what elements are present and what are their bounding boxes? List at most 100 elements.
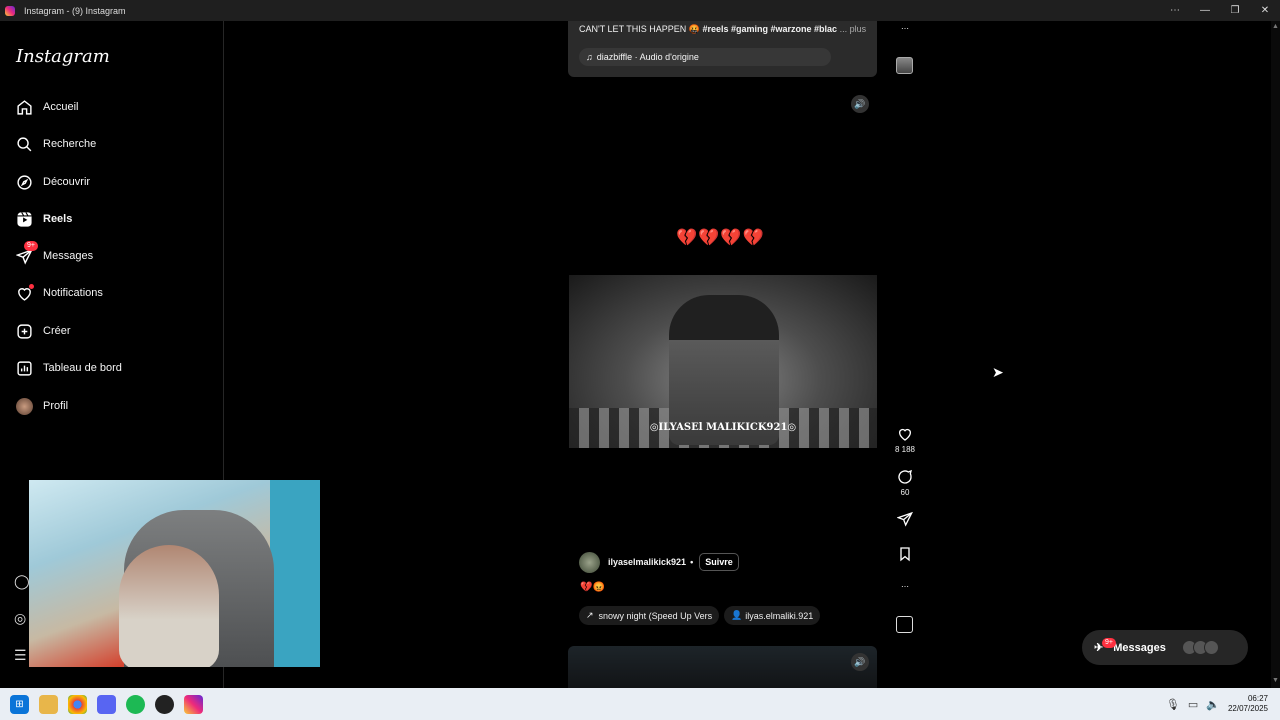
messenger-icon: 9+ bbox=[14, 241, 38, 266]
windows-start-icon[interactable]: ⊞ bbox=[10, 694, 29, 714]
share-button[interactable] bbox=[888, 511, 922, 530]
threads-icon[interactable]: ◯ bbox=[14, 573, 30, 590]
reel-caption[interactable]: 💔😡 bbox=[580, 582, 605, 593]
compass-icon bbox=[14, 172, 34, 192]
sidebar-item-reels[interactable]: Reels bbox=[14, 204, 214, 234]
sidebar-item-recherche[interactable]: Recherche bbox=[14, 129, 214, 159]
tag-chip-label: ilyas.elmaliki.921 bbox=[745, 610, 814, 621]
meta-icon[interactable]: ◎ bbox=[14, 610, 26, 627]
restore-button[interactable]: ❐ bbox=[1220, 0, 1250, 21]
reel-video[interactable]: ◎ILYASEl MALIKICK921◎ bbox=[569, 275, 877, 448]
sidebar-item-notifications[interactable]: Notifications bbox=[14, 278, 214, 308]
separator-dot: • bbox=[690, 557, 694, 567]
sidebar-item-label: Tableau de bord bbox=[43, 362, 122, 374]
file-explorer-icon[interactable] bbox=[39, 694, 58, 714]
audio-label: diazbiffle · Audio d'origine bbox=[596, 52, 699, 62]
previous-more-button[interactable]: ⋯ bbox=[888, 24, 922, 33]
previous-reel-caption[interactable]: CAN'T LET THIS HAPPEN 🤬 #reels #gaming #… bbox=[579, 24, 866, 35]
volume-icon[interactable]: 🔈 bbox=[1206, 698, 1220, 711]
heart-icon bbox=[14, 283, 34, 303]
like-button[interactable]: 8 188 bbox=[888, 426, 922, 454]
system-tray: 🎙 ▭ 🔈 06:27 22/07/2025 bbox=[1166, 688, 1280, 720]
comment-icon bbox=[888, 469, 922, 485]
mouse-cursor-icon: ➤ bbox=[992, 364, 1004, 380]
previous-reel-audio[interactable]: ♫ diazbiffle · Audio d'origine bbox=[579, 48, 831, 66]
like-count: 8 188 bbox=[894, 445, 916, 454]
window-controls: ⋯ — ❐ ✕ bbox=[1160, 0, 1280, 21]
follow-button[interactable]: Suivre bbox=[699, 553, 739, 571]
webcam-person bbox=[119, 545, 219, 667]
caption-more-link[interactable]: ... plus bbox=[840, 24, 867, 34]
discord-icon[interactable] bbox=[97, 694, 116, 714]
sidebar-item-label: Profil bbox=[43, 400, 69, 412]
music-note-icon: ♫ bbox=[586, 52, 593, 62]
more-menu-icon[interactable]: ☰ bbox=[14, 647, 27, 664]
save-button[interactable] bbox=[888, 546, 922, 565]
audio-chip[interactable]: ↗ snowy night (Speed Up Vers bbox=[579, 606, 719, 625]
messages-pill-badge: 9+ bbox=[1102, 638, 1116, 648]
scroll-down-icon[interactable]: ▼ bbox=[1272, 677, 1279, 684]
send-icon bbox=[888, 511, 922, 527]
messages-pill-label: Messages bbox=[1113, 641, 1166, 654]
video-watermark: ◎ILYASEl MALIKICK921◎ bbox=[649, 422, 797, 433]
reel-author: ilyaselmalikick921 • Suivre bbox=[579, 551, 739, 573]
sidebar-item-decouvrir[interactable]: Découvrir bbox=[14, 167, 214, 197]
scrollbar[interactable]: ▲ ▼ bbox=[1271, 21, 1280, 688]
minimize-button[interactable]: — bbox=[1190, 0, 1220, 21]
arrow-icon: ↗ bbox=[586, 610, 594, 620]
sound-toggle-button[interactable]: 🔊 bbox=[851, 95, 869, 113]
next-reel[interactable] bbox=[568, 646, 877, 688]
previous-audio-thumbnail[interactable] bbox=[896, 57, 913, 74]
home-icon bbox=[14, 97, 34, 117]
avatar-icon bbox=[14, 396, 34, 416]
speaker-icon: 🔊 bbox=[854, 656, 866, 667]
window-titlebar: Instagram - (9) Instagram ⋯ — ❐ ✕ bbox=[0, 0, 1280, 21]
reel-more-button[interactable]: ⋯ bbox=[888, 582, 922, 591]
comment-button[interactable]: 60 bbox=[888, 469, 922, 497]
next-sound-toggle-button[interactable]: 🔊 bbox=[851, 653, 869, 671]
caption-hashtags[interactable]: #reels #gaming #warzone #blac bbox=[702, 24, 837, 34]
heart-icon bbox=[888, 426, 922, 442]
sidebar-item-label: Messages bbox=[43, 250, 94, 262]
scroll-up-icon[interactable]: ▲ bbox=[1272, 23, 1279, 30]
sidebar-item-messages[interactable]: 9+ Messages bbox=[14, 241, 214, 271]
taskbar: ⊞ 🎙 ▭ 🔈 06:27 22/07/2025 bbox=[0, 688, 1280, 720]
clock-date: 22/07/2025 bbox=[1227, 704, 1268, 713]
comment-count: 60 bbox=[900, 488, 910, 497]
webcam-background bbox=[270, 480, 320, 667]
tag-chip[interactable]: 👤 ilyas.elmaliki.921 bbox=[724, 606, 821, 625]
spotify-icon[interactable] bbox=[126, 694, 145, 714]
instagram-taskbar-icon[interactable] bbox=[184, 694, 203, 714]
sidebar-item-label: Découvrir bbox=[43, 176, 91, 188]
sidebar-item-label: Reels bbox=[43, 213, 73, 225]
audio-thumbnail[interactable] bbox=[896, 616, 913, 633]
notification-dot bbox=[29, 284, 34, 289]
search-icon bbox=[14, 134, 34, 154]
microphone-icon[interactable]: 🎙 bbox=[1166, 698, 1180, 711]
author-username[interactable]: ilyaselmalikick921 bbox=[608, 557, 686, 567]
sidebar-item-profil[interactable]: Profil bbox=[14, 391, 214, 421]
clock[interactable]: 06:27 22/07/2025 bbox=[1228, 694, 1268, 714]
sidebar-item-creer[interactable]: Créer bbox=[14, 316, 214, 346]
obs-icon[interactable] bbox=[155, 694, 174, 714]
window-menu-button[interactable]: ⋯ bbox=[1160, 0, 1190, 21]
messages-badge: 9+ bbox=[24, 241, 38, 251]
audio-chip-label: snowy night (Speed Up Vers bbox=[598, 610, 713, 621]
more-dots-icon: ⋯ bbox=[901, 582, 909, 591]
close-button[interactable]: ✕ bbox=[1250, 0, 1280, 21]
sidebar-item-accueil[interactable]: Accueil bbox=[14, 92, 214, 122]
bookmark-icon bbox=[888, 546, 922, 562]
network-icon[interactable]: ▭ bbox=[1188, 698, 1198, 711]
sidebar-item-tableau-de-bord[interactable]: Tableau de bord bbox=[14, 353, 214, 383]
clock-time: 06:27 bbox=[1247, 694, 1268, 703]
reels-icon bbox=[14, 209, 34, 229]
sidebar-item-label: Créer bbox=[43, 325, 71, 337]
chart-icon bbox=[14, 358, 34, 378]
messages-pill[interactable]: ✈ 9+ Messages bbox=[1082, 630, 1248, 665]
instagram-logo[interactable]: Instagram bbox=[16, 46, 110, 67]
window-title: Instagram - (9) Instagram bbox=[24, 5, 126, 16]
chrome-icon[interactable] bbox=[68, 694, 87, 714]
caption-text: CAN'T LET THIS HAPPEN 🤬 bbox=[579, 24, 700, 34]
author-avatar[interactable] bbox=[579, 551, 600, 573]
instagram-app-icon bbox=[5, 5, 15, 16]
